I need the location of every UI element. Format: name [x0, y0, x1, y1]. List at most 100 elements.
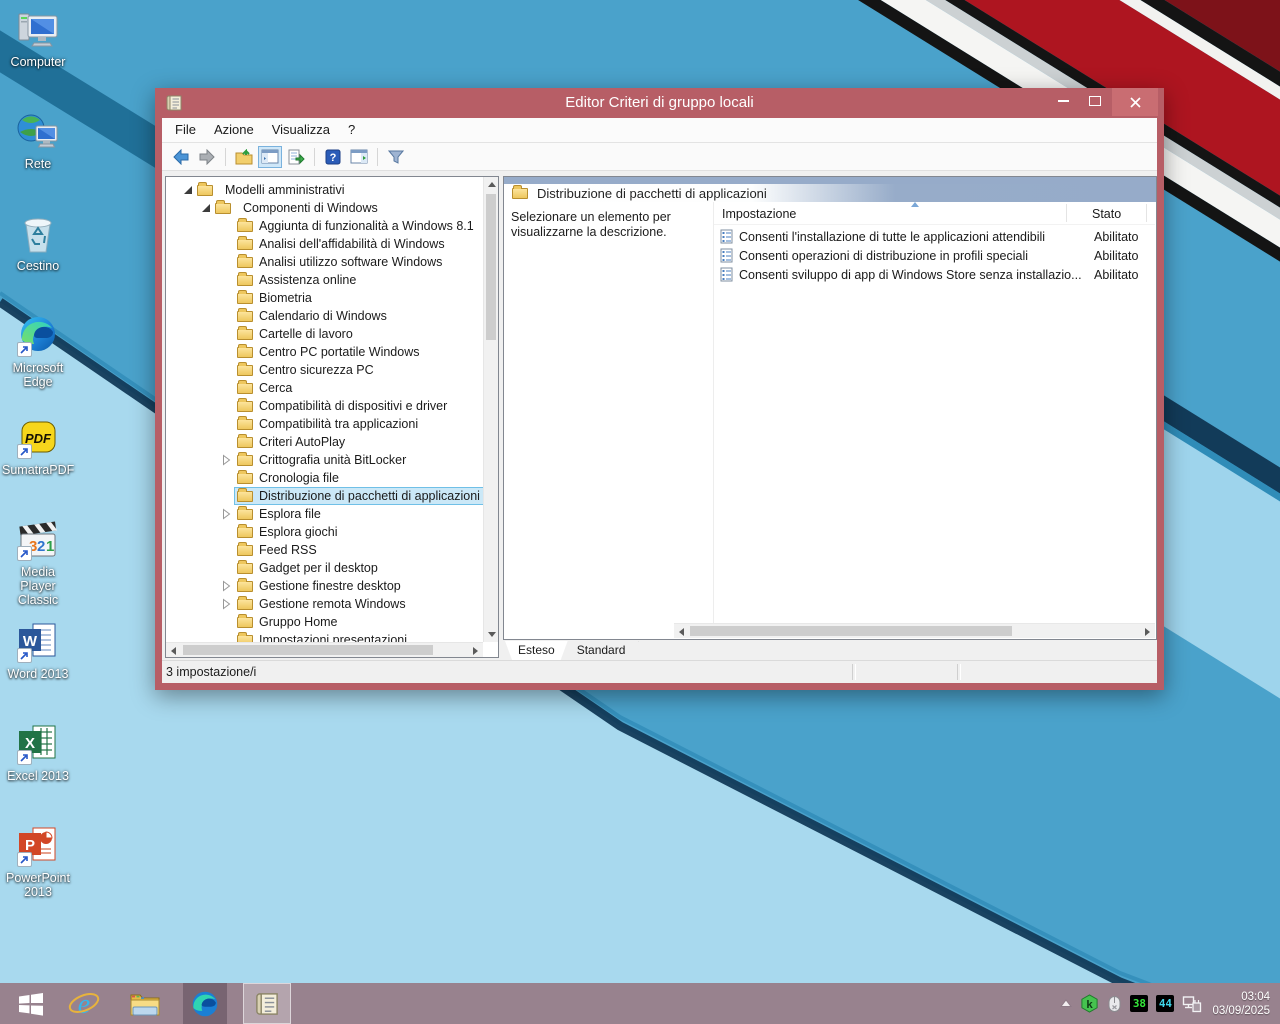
desktop-icon-excel[interactable]: X Excel 2013 — [2, 722, 74, 783]
tray-counter-cyan[interactable]: 44 — [1156, 995, 1174, 1012]
scrollbar-thumb[interactable] — [690, 626, 1012, 636]
taskbar-edge-button[interactable] — [183, 983, 227, 1024]
close-button[interactable] — [1112, 88, 1158, 116]
menu-visualizza[interactable]: Visualizza — [263, 118, 339, 142]
tray-kaspersky-icon[interactable]: k — [1080, 994, 1099, 1013]
tree-item-root[interactable]: Modelli amministrativi — [166, 181, 483, 199]
desktop-icon-cestino[interactable]: Cestino — [2, 212, 74, 273]
back-button[interactable] — [169, 146, 193, 168]
tree-item[interactable]: Calendario di Windows — [166, 307, 483, 325]
scroll-right-arrow[interactable] — [468, 643, 483, 658]
tab-esteso[interactable]: Esteso — [505, 641, 568, 660]
folder-icon — [237, 347, 253, 358]
up-one-level-button[interactable] — [232, 146, 256, 168]
menu-file[interactable]: File — [166, 118, 205, 142]
expanded-icon[interactable] — [182, 184, 194, 196]
tree-vertical-scrollbar[interactable] — [483, 177, 498, 642]
tree-item[interactable]: Criteri AutoPlay — [166, 433, 483, 451]
tree-item[interactable]: Impostazioni presentazioni — [166, 631, 483, 642]
tree-item[interactable]: Distribuzione di pacchetti di applicazio… — [166, 487, 483, 505]
tree-item-label: Feed RSS — [259, 543, 317, 557]
tree-item[interactable]: Compatibilità tra applicazioni — [166, 415, 483, 433]
tree-item-parent[interactable]: Componenti di Windows — [166, 199, 483, 217]
tree-item[interactable]: Aggiunta di funzionalità a Windows 8.1 — [166, 217, 483, 235]
tree-item[interactable]: Analisi dell'affidabilità di Windows — [166, 235, 483, 253]
maximize-button[interactable] — [1080, 88, 1110, 114]
setting-row[interactable]: Consenti l'installazione di tutte le app… — [714, 227, 1155, 246]
show-action-pane-button[interactable] — [347, 146, 371, 168]
taskbar-ie-button[interactable]: e — [64, 983, 104, 1024]
tree-item[interactable]: Centro PC portatile Windows — [166, 343, 483, 361]
chevron-right-icon[interactable] — [220, 598, 232, 610]
folder-icon — [237, 545, 253, 556]
desktop-icon-rete[interactable]: Rete — [2, 110, 74, 171]
tree-item[interactable]: Assistenza online — [166, 271, 483, 289]
setting-name: Consenti l'installazione di tutte le app… — [739, 230, 1045, 244]
filter-button[interactable] — [384, 146, 408, 168]
tab-standard[interactable]: Standard — [564, 641, 639, 660]
tree-item[interactable]: Gestione finestre desktop — [166, 577, 483, 595]
tree-item[interactable]: Centro sicurezza PC — [166, 361, 483, 379]
taskbar-clock[interactable]: 03:04 03/09/2025 — [1212, 990, 1270, 1018]
setting-state: Abilitato — [1094, 268, 1138, 282]
tree-item[interactable]: Cerca — [166, 379, 483, 397]
desktop-icon-edge[interactable]: Microsoft Edge — [2, 314, 74, 389]
desktop-icon-word[interactable]: W Word 2013 — [2, 620, 74, 681]
chevron-right-icon[interactable] — [220, 580, 232, 592]
export-list-button[interactable] — [284, 146, 308, 168]
setting-row[interactable]: Consenti operazioni di distribuzione in … — [714, 246, 1155, 265]
chevron-right-icon[interactable] — [220, 508, 232, 520]
minimize-button[interactable] — [1048, 88, 1078, 114]
tree-item[interactable]: Compatibilità di dispositivi e driver — [166, 397, 483, 415]
menu-azione[interactable]: Azione — [205, 118, 263, 142]
tree-item[interactable]: Gadget per il desktop — [166, 559, 483, 577]
shortcut-arrow-icon — [17, 444, 32, 459]
scroll-left-arrow[interactable] — [166, 643, 181, 658]
scroll-down-arrow[interactable] — [484, 627, 499, 642]
tree-horizontal-scrollbar[interactable] — [166, 642, 483, 657]
taskbar-gpedit-button[interactable] — [243, 983, 291, 1024]
desktop-icon-computer[interactable]: Computer — [2, 8, 74, 69]
titlebar[interactable]: Editor Criteri di gruppo locali — [155, 88, 1164, 118]
scrollbar-thumb[interactable] — [183, 645, 433, 655]
show-console-tree-button[interactable] — [258, 146, 282, 168]
console-tree: Modelli amministrativi Componenti di Win… — [166, 181, 483, 642]
tree-item[interactable]: Gruppo Home — [166, 613, 483, 631]
setting-row[interactable]: Consenti sviluppo di app di Windows Stor… — [714, 265, 1155, 284]
scroll-right-arrow[interactable] — [1140, 624, 1155, 639]
tree-item[interactable]: Crittografia unità BitLocker — [166, 451, 483, 469]
help-button[interactable]: ? — [321, 146, 345, 168]
tree-item[interactable]: Feed RSS — [166, 541, 483, 559]
desktop-icon-label: Cestino — [2, 259, 74, 273]
column-header-impostazione[interactable]: Impostazione — [722, 207, 796, 221]
tree-item-label: Distribuzione di pacchetti di applicazio… — [259, 489, 480, 503]
tree-item[interactable]: Gestione remota Windows — [166, 595, 483, 613]
tree-item[interactable]: Cartelle di lavoro — [166, 325, 483, 343]
column-header-stato[interactable]: Stato — [1092, 207, 1121, 221]
column-divider[interactable] — [1146, 204, 1147, 222]
desktop-icon-mpc[interactable]: 3 2 1 Media Player Classic — [2, 518, 74, 607]
desktop-icon-powerpoint[interactable]: P PowerPoint 2013 — [2, 824, 74, 899]
chevron-right-icon[interactable] — [220, 454, 232, 466]
tray-chevron-button[interactable] — [1060, 999, 1072, 1008]
list-horizontal-scrollbar[interactable] — [674, 623, 1155, 638]
tray-network-icon[interactable] — [1182, 995, 1202, 1013]
menu-help[interactable]: ? — [339, 118, 364, 142]
tray-counter-green[interactable]: 38 — [1130, 995, 1148, 1012]
scroll-left-arrow[interactable] — [674, 624, 689, 639]
tree-item[interactable]: Cronologia file — [166, 469, 483, 487]
expanded-icon[interactable] — [200, 202, 212, 214]
forward-button[interactable] — [195, 146, 219, 168]
scrollbar-thumb[interactable] — [486, 194, 496, 340]
column-divider[interactable] — [1066, 204, 1067, 222]
tree-item[interactable]: Biometria — [166, 289, 483, 307]
policy-setting-icon — [720, 229, 733, 244]
taskbar-explorer-button[interactable] — [124, 983, 166, 1024]
start-button[interactable] — [8, 983, 54, 1024]
tray-mouse-icon[interactable] — [1107, 995, 1122, 1013]
tree-item[interactable]: Esplora giochi — [166, 523, 483, 541]
desktop-icon-sumatrapdf[interactable]: PDF SumatraPDF — [2, 416, 74, 477]
tree-item[interactable]: Analisi utilizzo software Windows — [166, 253, 483, 271]
scroll-up-arrow[interactable] — [484, 177, 499, 192]
tree-item[interactable]: Esplora file — [166, 505, 483, 523]
